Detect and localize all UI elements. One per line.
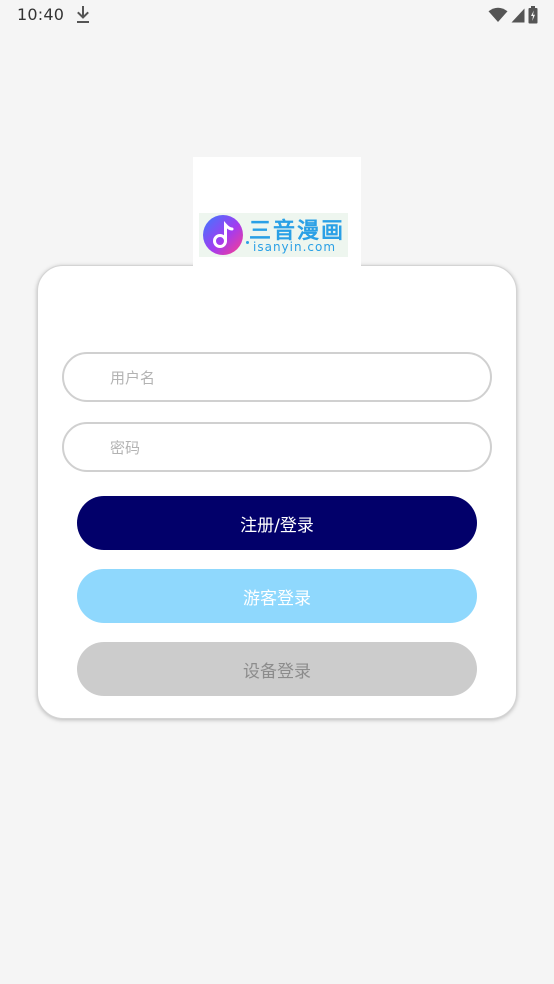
- username-input[interactable]: [108, 354, 472, 402]
- download-icon: [77, 6, 89, 23]
- guest-login-label: 游客登录: [243, 588, 311, 609]
- app-logo: 三音漫画 isanyin.com: [193, 157, 361, 267]
- password-field: [62, 422, 492, 472]
- device-login-button[interactable]: 设备登录: [77, 642, 477, 696]
- logo-subtitle: isanyin.com: [253, 240, 337, 254]
- password-input[interactable]: [108, 424, 472, 472]
- status-time: 10:40: [17, 5, 65, 24]
- username-field: [62, 352, 492, 402]
- music-note-logo-icon: [203, 215, 243, 255]
- wifi-icon: [488, 7, 508, 22]
- status-icons: [488, 5, 538, 25]
- login-card: 注册/登录 游客登录 设备登录: [37, 265, 517, 719]
- register-login-label: 注册/登录: [240, 515, 314, 536]
- status-bar: 10:40: [0, 0, 554, 32]
- guest-login-button[interactable]: 游客登录: [77, 569, 477, 623]
- logo-banner: 三音漫画 isanyin.com: [199, 213, 348, 257]
- device-login-label: 设备登录: [243, 661, 311, 682]
- register-login-button[interactable]: 注册/登录: [77, 496, 477, 550]
- battery-icon: [528, 6, 538, 24]
- signal-icon: [511, 8, 525, 22]
